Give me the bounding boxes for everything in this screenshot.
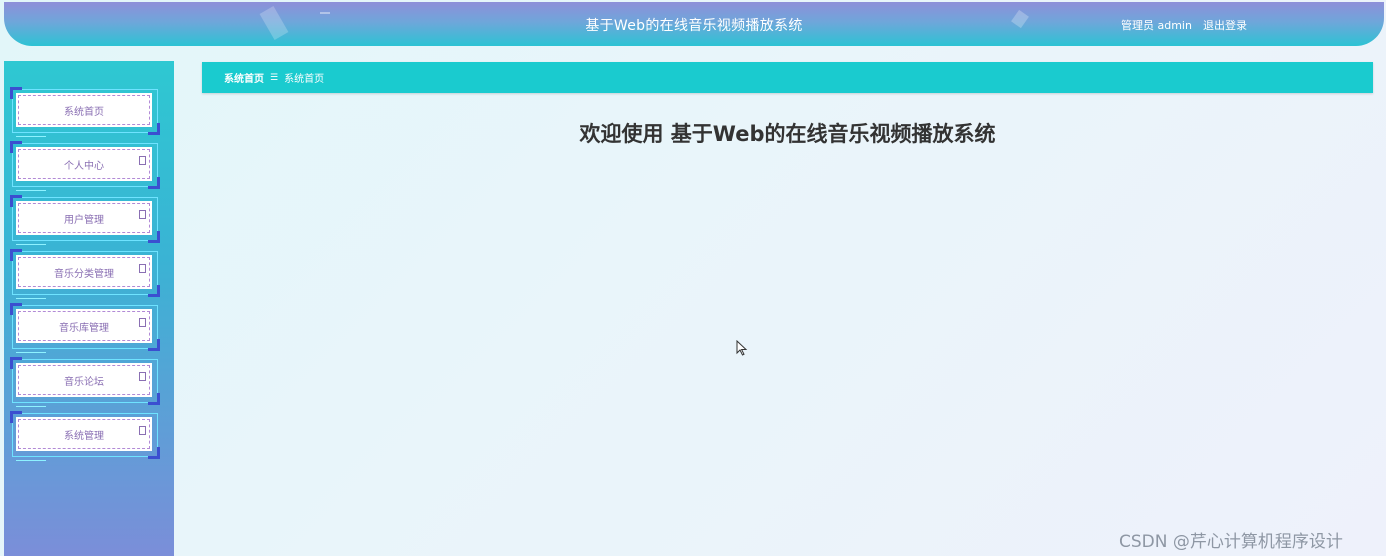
sidebar-item-home[interactable]: 系统首页 [10,87,160,137]
breadcrumb-home-link[interactable]: 系统首页 [224,70,264,85]
sidebar-item-music-forum[interactable]: 音乐论坛 [10,357,160,407]
header-decoration [320,12,330,14]
sidebar-item-music-library[interactable]: 音乐库管理 [10,303,160,353]
sidebar-item-label: 系统首页 [64,106,104,118]
sidebar-item-music-category[interactable]: 音乐分类管理 [10,249,160,299]
sidebar: 系统首页 个人中心 用户管理 音乐分类管理 音乐库管理 音乐论坛 系统管理 [4,61,174,556]
expand-icon [139,372,146,381]
sidebar-item-label: 音乐论坛 [64,376,104,388]
top-header: 基于Web的在线音乐视频播放系统 管理员 admin 退出登录 [4,2,1384,46]
sidebar-item-label: 用户管理 [64,214,104,226]
sidebar-item-system-management[interactable]: 系统管理 [10,411,160,461]
sidebar-item-label: 系统管理 [64,430,104,442]
breadcrumb: 系统首页 ☰ 系统首页 [202,62,1373,93]
sidebar-item-label: 个人中心 [64,160,104,172]
sidebar-item-user-management[interactable]: 用户管理 [10,195,160,245]
expand-icon [139,426,146,435]
expand-icon [139,210,146,219]
breadcrumb-separator-icon: ☰ [270,72,279,83]
sidebar-item-personal-center[interactable]: 个人中心 [10,141,160,191]
expand-icon [139,264,146,273]
mouse-cursor-icon [736,340,748,356]
sidebar-item-label: 音乐分类管理 [54,268,114,280]
logout-link[interactable]: 退出登录 [1203,17,1247,33]
breadcrumb-current: 系统首页 [284,74,325,85]
sidebar-item-label: 音乐库管理 [59,322,109,334]
expand-icon [139,156,146,165]
watermark: CSDN @芹心计算机程序设计 [1119,532,1343,552]
current-user-label: 管理员 admin [1121,19,1192,32]
welcome-heading: 欢迎使用 基于Web的在线音乐视频播放系统 [579,122,996,146]
expand-icon [139,318,146,327]
